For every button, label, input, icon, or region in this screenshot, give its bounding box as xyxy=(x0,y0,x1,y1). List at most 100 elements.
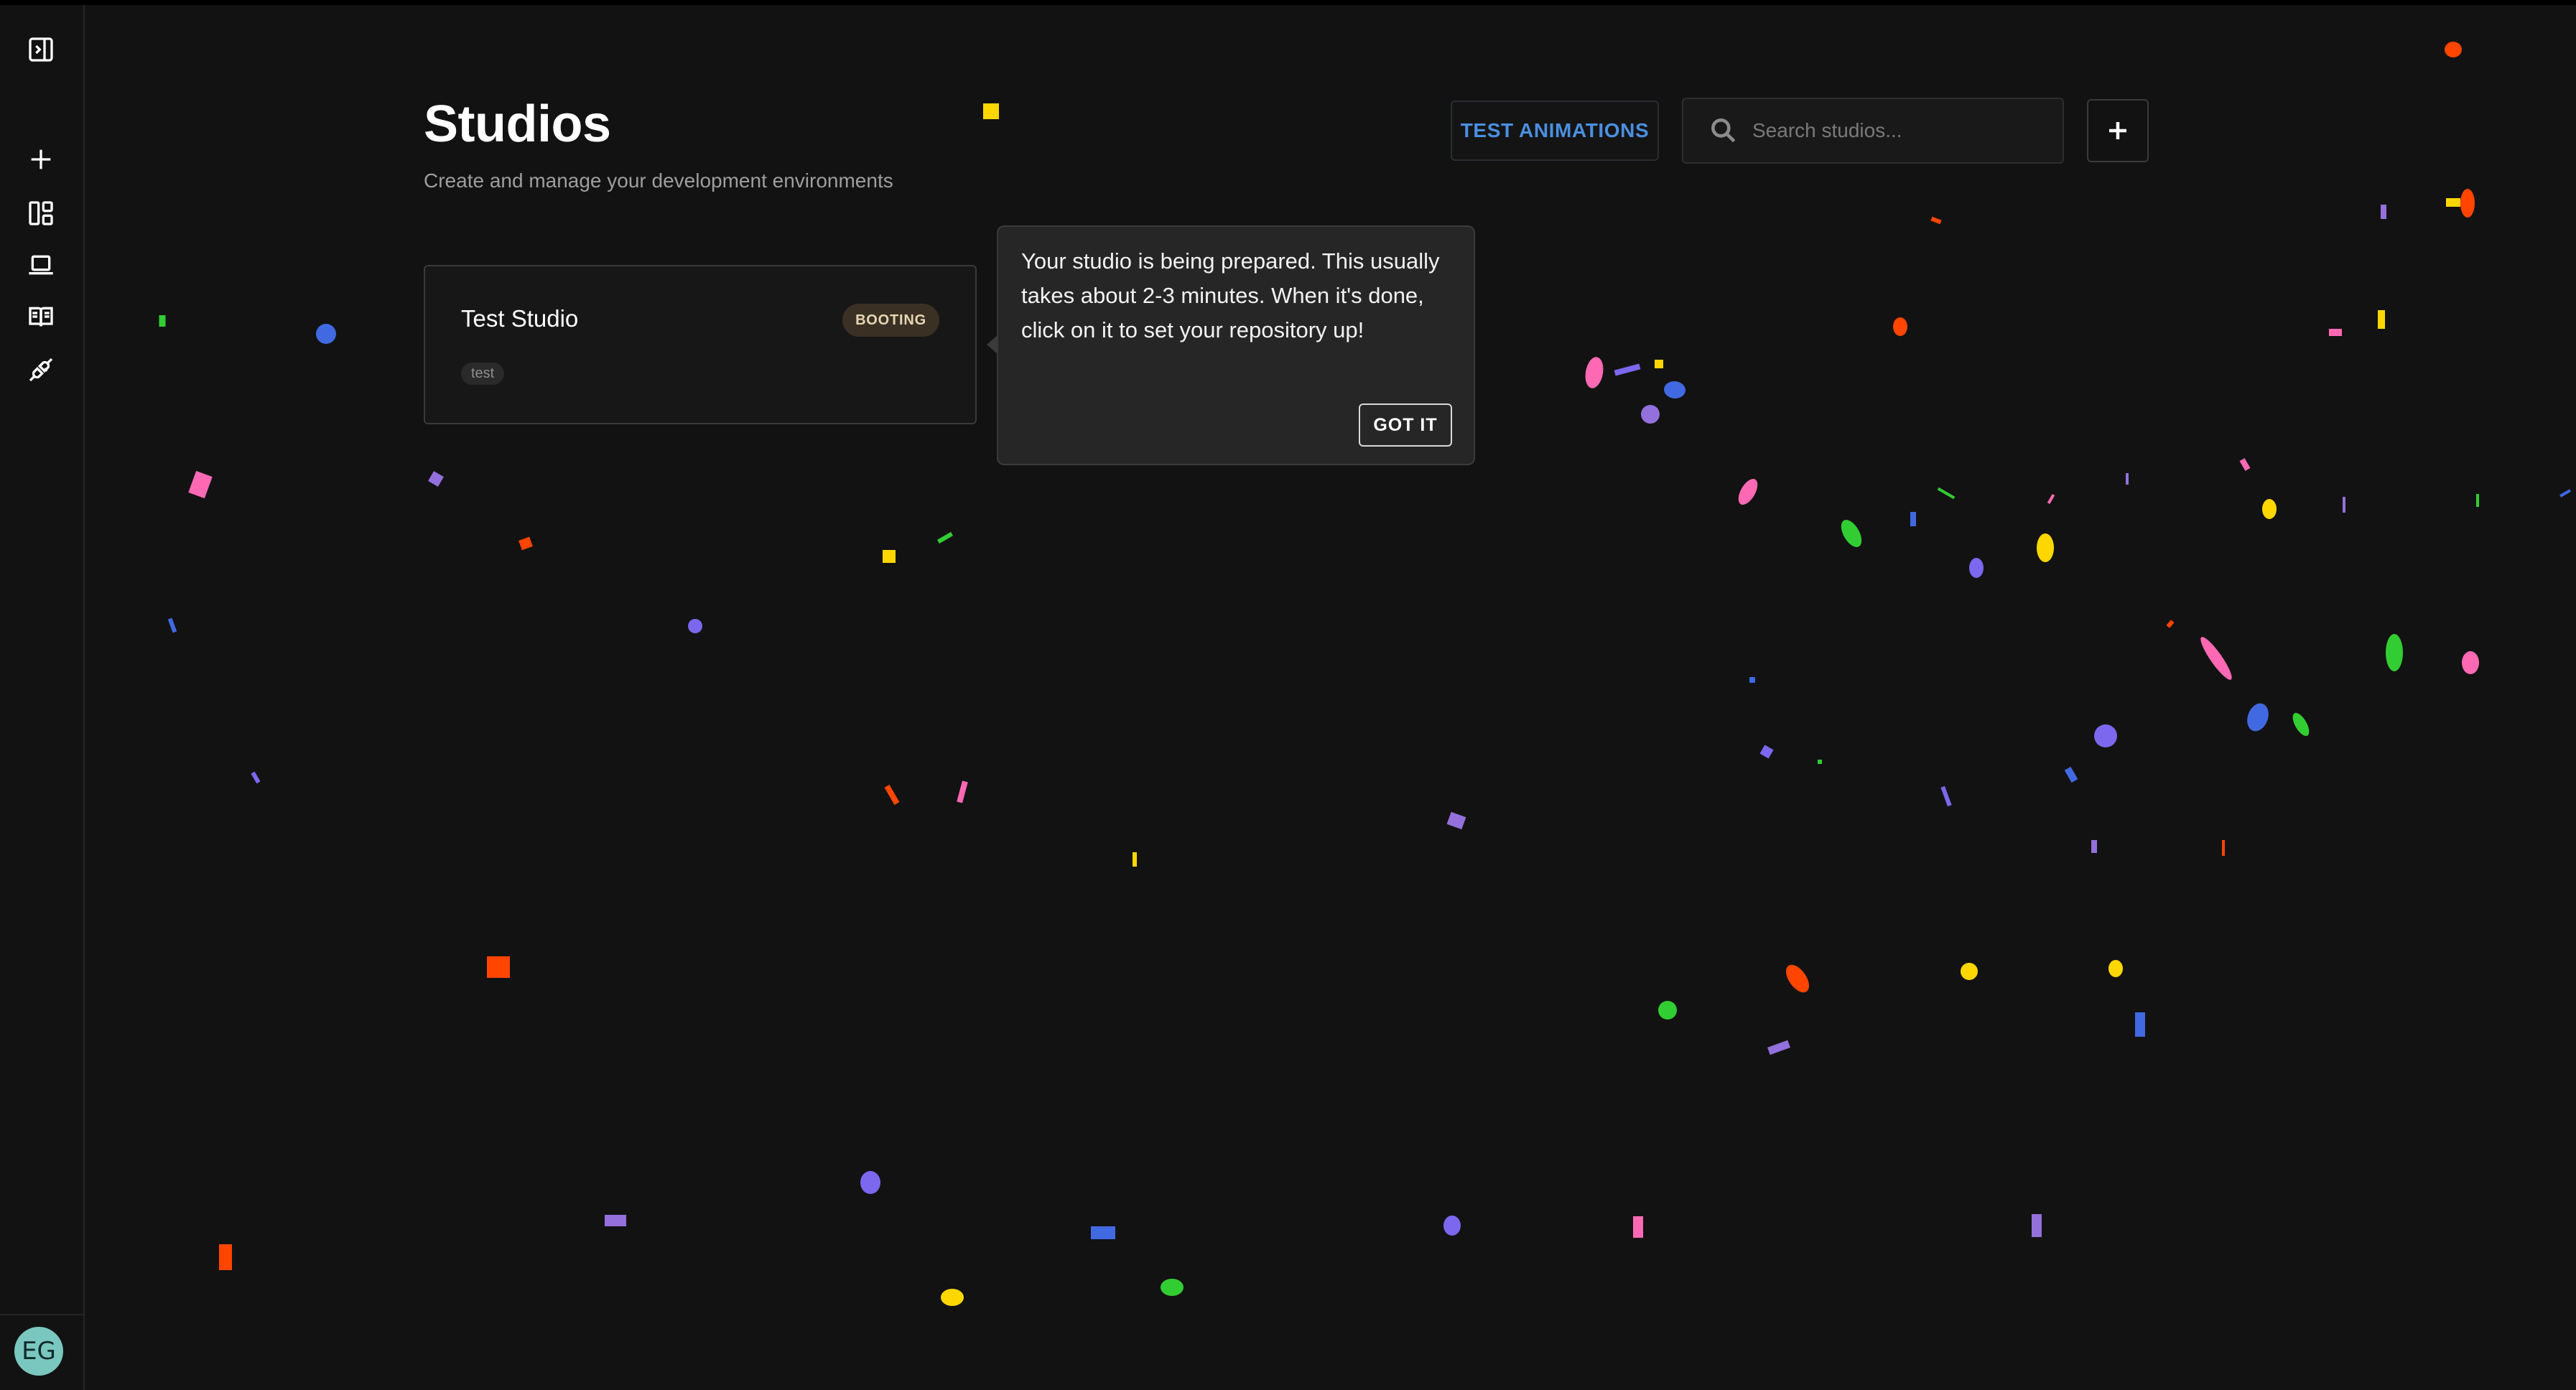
confetti-piece xyxy=(1614,363,1641,376)
confetti-piece xyxy=(1767,1040,1790,1055)
search-icon xyxy=(1711,118,1736,143)
confetti-piece xyxy=(428,471,444,487)
plug-icon xyxy=(29,358,53,382)
sidebar: EG xyxy=(0,5,85,1390)
confetti-piece xyxy=(884,784,900,806)
confetti-piece xyxy=(1091,1226,1115,1239)
confetti-piece xyxy=(983,103,999,119)
confetti-piece xyxy=(2166,620,2175,628)
confetti-piece xyxy=(219,1244,232,1270)
add-studio-button[interactable] xyxy=(2087,99,2149,162)
page-subtitle: Create and manage your development envir… xyxy=(424,169,893,192)
confetti-piece xyxy=(519,536,533,551)
confetti-piece xyxy=(1161,1279,1184,1296)
confetti-piece xyxy=(2262,499,2277,519)
confetti-piece xyxy=(2135,1012,2145,1037)
sidebar-item-docs[interactable] xyxy=(21,297,61,337)
confetti-piece xyxy=(1930,216,1942,225)
confetti-piece xyxy=(1585,357,1604,388)
confetti-piece xyxy=(316,324,336,344)
confetti-piece xyxy=(1910,512,1916,526)
confetti-piece xyxy=(1658,1001,1677,1020)
confetti-piece xyxy=(2559,489,2571,498)
confetti-piece xyxy=(860,1171,880,1194)
confetti-piece xyxy=(2476,494,2479,507)
confetti-piece xyxy=(2381,205,2386,219)
test-animations-button[interactable]: TEST ANIMATIONS xyxy=(1451,101,1659,161)
confetti-piece xyxy=(1969,558,1984,578)
confetti-piece xyxy=(2446,198,2460,207)
search-box xyxy=(1682,98,2064,164)
search-input[interactable] xyxy=(1752,119,2040,142)
avatar[interactable]: EG xyxy=(14,1327,63,1376)
confetti-piece xyxy=(487,956,510,978)
collapse-sidebar-button[interactable] xyxy=(21,29,61,70)
laptop-icon xyxy=(29,255,53,275)
confetti-piece xyxy=(1655,360,1663,368)
confetti-piece xyxy=(2047,493,2055,505)
studio-card[interactable]: Test Studio BOOTING test xyxy=(424,265,977,424)
confetti-piece xyxy=(2378,310,2385,329)
confetti-piece xyxy=(251,771,261,784)
confetti-piece xyxy=(1937,487,1956,500)
confetti-piece xyxy=(188,470,213,499)
confetti-piece xyxy=(2343,497,2345,513)
confetti-piece xyxy=(688,619,702,633)
confetti-piece xyxy=(167,617,177,633)
confetti-piece xyxy=(159,315,166,327)
sidebar-item-studios[interactable] xyxy=(21,245,61,285)
confetti-piece xyxy=(941,1289,964,1306)
sidebar-item-dashboard[interactable] xyxy=(21,193,61,233)
confetti-animation xyxy=(159,42,2571,1306)
confetti-piece xyxy=(2126,473,2129,485)
confetti-piece xyxy=(1443,1216,1461,1236)
confetti-piece xyxy=(2108,960,2123,977)
studio-tag: test xyxy=(461,363,505,385)
confetti-piece xyxy=(1133,852,1137,867)
confetti-piece xyxy=(2386,634,2403,671)
confetti-piece xyxy=(2037,533,2054,562)
confetti-piece xyxy=(1633,1216,1643,1238)
confetti-piece xyxy=(1759,745,1774,759)
tooltip-arrow xyxy=(987,335,998,355)
confetti-piece xyxy=(883,550,896,563)
confetti-piece xyxy=(1641,405,1660,424)
got-it-button[interactable]: GOT IT xyxy=(1359,404,1452,447)
confetti-piece xyxy=(1818,760,1822,764)
confetti-piece xyxy=(2094,724,2117,747)
confetti-piece xyxy=(1664,381,1685,399)
confetti-piece xyxy=(957,780,968,803)
plus-icon xyxy=(31,149,51,169)
plus-icon xyxy=(2109,122,2126,139)
tooltip-text: Your studio is being prepared. This usua… xyxy=(1021,248,1440,342)
page-title: Studios xyxy=(424,95,611,153)
confetti-piece xyxy=(605,1215,626,1226)
book-icon xyxy=(29,307,53,327)
onboarding-tooltip: Your studio is being prepared. This usua… xyxy=(987,225,1475,465)
confetti-piece xyxy=(1738,478,1758,505)
sidebar-item-new[interactable] xyxy=(21,139,61,179)
confetti-piece xyxy=(2200,637,2232,680)
confetti-piece xyxy=(2462,651,2479,674)
confetti-piece xyxy=(2445,42,2462,57)
sidebar-divider xyxy=(0,1314,83,1315)
confetti-piece xyxy=(936,531,954,544)
confetti-piece xyxy=(1893,317,1907,336)
studio-name: Test Studio xyxy=(461,305,579,332)
collapse-sidebar-icon xyxy=(29,37,53,62)
confetti-piece xyxy=(2239,458,2251,471)
confetti-piece xyxy=(1749,677,1755,683)
confetti-piece xyxy=(2247,703,2269,732)
confetti-piece xyxy=(1841,520,1862,548)
sidebar-item-integrations[interactable] xyxy=(21,350,61,390)
confetti-piece xyxy=(2091,840,2097,853)
confetti-piece xyxy=(2064,766,2078,783)
window-top-border xyxy=(0,0,2576,5)
dashboard-icon xyxy=(29,201,53,225)
confetti-piece xyxy=(2460,189,2475,218)
confetti-piece xyxy=(2329,329,2342,336)
confetti-piece xyxy=(1940,785,1952,807)
confetti-piece xyxy=(1446,811,1466,830)
confetti-piece xyxy=(2292,712,2310,737)
confetti-piece xyxy=(1786,964,1809,993)
